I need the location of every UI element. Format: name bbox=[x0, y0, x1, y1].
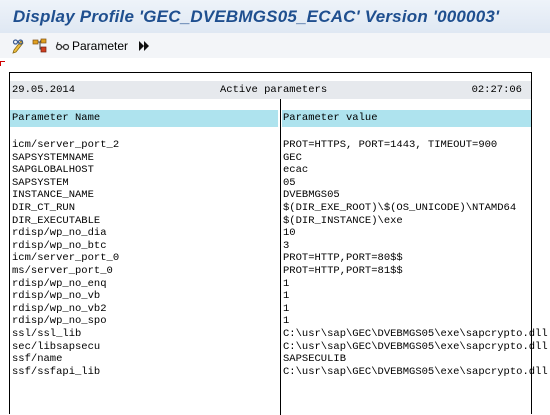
parameter-button-label: Parameter bbox=[72, 39, 129, 53]
cursor-marker bbox=[0, 61, 5, 66]
parameter-value[interactable]: $(DIR_EXE_ROOT)\$(OS_UNICODE)\NTAMD64 bbox=[283, 202, 516, 214]
table-row[interactable]: DIR_EXECUTABLE $(DIR_INSTANCE)\exe bbox=[10, 215, 531, 228]
parameter-value[interactable]: C:\usr\sap\GEC\DVEBMGS05\exe\sapcrypto.d… bbox=[283, 341, 548, 353]
hierarchy-icon bbox=[32, 38, 48, 54]
table-row[interactable]: SAPGLOBALHOST ecac bbox=[10, 164, 531, 177]
parameter-name[interactable]: sec/libsapsecu bbox=[12, 341, 100, 353]
report-list[interactable]: 29.05.2014 Active parameters 02:27:06 Pa… bbox=[9, 72, 548, 415]
parameter-name[interactable]: rdisp/wp_no_btc bbox=[12, 240, 107, 252]
report-header: 29.05.2014 Active parameters 02:27:06 bbox=[10, 81, 531, 99]
table-row[interactable]: DIR_CT_RUN $(DIR_EXE_ROOT)\$(OS_UNICODE)\… bbox=[10, 202, 531, 215]
table-row[interactable]: rdisp/wp_no_spo 1 bbox=[10, 315, 531, 328]
table-row[interactable]: ms/server_port_0 PROT=HTTP,PORT=81$$ bbox=[10, 265, 531, 278]
parameter-name[interactable]: DIR_CT_RUN bbox=[12, 202, 75, 214]
table-row[interactable]: ssl/ssl_lib C:\usr\sap\GEC\DVEBMGS05\exe\… bbox=[10, 328, 548, 341]
parameter-value[interactable]: C:\usr\sap\GEC\DVEBMGS05\exe\sapcrypto.d… bbox=[283, 366, 548, 378]
parameter-value[interactable]: 1 bbox=[283, 278, 289, 290]
display-change-button[interactable] bbox=[11, 37, 27, 55]
table-row[interactable]: rdisp/wp_no_vb 1 bbox=[10, 290, 531, 303]
parameter-name[interactable]: rdisp/wp_no_vb2 bbox=[12, 303, 107, 315]
report-heading: Active parameters bbox=[220, 84, 328, 96]
pencil-glasses-icon bbox=[11, 38, 27, 54]
parameter-value[interactable]: PROT=HTTP,PORT=81$$ bbox=[283, 265, 403, 277]
parameter-name[interactable]: icm/server_port_0 bbox=[12, 252, 119, 264]
glasses-icon bbox=[55, 38, 70, 54]
report-date: 29.05.2014 bbox=[12, 84, 76, 96]
parameter-value[interactable]: ecac bbox=[283, 164, 308, 176]
parameter-name[interactable]: SAPSYSTEM bbox=[12, 177, 69, 189]
parameter-value[interactable]: 1 bbox=[283, 315, 289, 327]
parameter-value[interactable]: DVEBMGS05 bbox=[283, 189, 340, 201]
table-row[interactable]: rdisp/wp_no_vb2 1 bbox=[10, 303, 531, 316]
parameter-value[interactable]: PROT=HTTPS, PORT=1443, TIMEOUT=900 bbox=[283, 139, 497, 151]
parameter-name[interactable]: rdisp/wp_no_dia bbox=[12, 227, 107, 239]
parameter-button[interactable]: Parameter bbox=[55, 37, 128, 55]
parameter-name[interactable]: ssl/ssl_lib bbox=[12, 328, 81, 340]
parameter-value[interactable]: 05 bbox=[283, 177, 296, 189]
parameter-name[interactable]: rdisp/wp_no_spo bbox=[12, 315, 107, 327]
parameter-rows: icm/server_port_2 PROT=HTTPS, PORT=1443, … bbox=[10, 139, 548, 379]
table-row[interactable]: ssf/name SAPSECULIB bbox=[10, 353, 531, 366]
parameter-name[interactable]: DIR_EXECUTABLE bbox=[12, 215, 100, 227]
parameter-value[interactable]: C:\usr\sap\GEC\DVEBMGS05\exe\sapcrypto.d… bbox=[283, 328, 548, 340]
table-row[interactable]: rdisp/wp_no_btc 3 bbox=[10, 240, 531, 253]
table-row[interactable]: icm/server_port_0 PROT=HTTP,PORT=80$$ bbox=[10, 252, 531, 265]
title-bar: Display Profile 'GEC_DVEBMGS05_ECAC' Ver… bbox=[0, 0, 550, 33]
window-title: Display Profile 'GEC_DVEBMGS05_ECAC' Ver… bbox=[13, 7, 500, 26]
parameter-value[interactable]: 1 bbox=[283, 290, 289, 302]
parameter-name[interactable]: ms/server_port_0 bbox=[12, 265, 113, 277]
parameter-value[interactable]: GEC bbox=[283, 152, 302, 164]
table-row[interactable]: icm/server_port_2 PROT=HTTPS, PORT=1443, … bbox=[10, 139, 531, 152]
table-row[interactable]: INSTANCE_NAME DVEBMGS05 bbox=[10, 189, 531, 202]
parameter-value[interactable]: 3 bbox=[283, 240, 289, 252]
parameter-value[interactable]: 10 bbox=[283, 227, 296, 239]
parameter-name[interactable]: rdisp/wp_no_vb bbox=[12, 290, 100, 302]
report-time: 02:27:06 bbox=[471, 84, 522, 96]
parameter-value[interactable]: $(DIR_INSTANCE)\exe bbox=[283, 215, 403, 227]
next-button[interactable] bbox=[137, 37, 151, 55]
parameter-name[interactable]: SAPGLOBALHOST bbox=[12, 164, 94, 176]
parameter-name[interactable]: INSTANCE_NAME bbox=[12, 189, 94, 201]
table-row[interactable]: SAPSYSTEM 05 bbox=[10, 177, 531, 190]
parameter-name[interactable]: SAPSYSTEMNAME bbox=[12, 152, 94, 164]
table-row[interactable]: rdisp/wp_no_enq 1 bbox=[10, 278, 531, 291]
column-header-name: Parameter Name bbox=[12, 112, 101, 124]
table-row[interactable]: sec/libsapsecu C:\usr\sap\GEC\DVEBMGS05\e… bbox=[10, 341, 548, 354]
table-row[interactable]: rdisp/wp_no_dia 10 bbox=[10, 227, 531, 240]
hierarchy-button[interactable] bbox=[32, 37, 48, 55]
parameter-value[interactable]: PROT=HTTP,PORT=80$$ bbox=[283, 252, 403, 264]
column-header-row: Parameter Name Parameter value bbox=[10, 110, 531, 127]
table-row[interactable]: SAPSYSTEMNAME GEC bbox=[10, 152, 531, 165]
parameter-name[interactable]: rdisp/wp_no_enq bbox=[12, 278, 107, 290]
parameter-value[interactable]: 1 bbox=[283, 303, 289, 315]
parameter-value[interactable]: SAPSECULIB bbox=[283, 353, 346, 365]
parameter-name[interactable]: ssf/name bbox=[12, 353, 62, 365]
parameter-name[interactable]: icm/server_port_2 bbox=[12, 139, 119, 151]
parameter-name[interactable]: ssf/ssfapi_lib bbox=[12, 366, 100, 378]
table-row[interactable]: ssf/ssfapi_lib C:\usr\sap\GEC\DVEBMGS05\e… bbox=[10, 366, 548, 379]
double-arrow-right-icon bbox=[137, 38, 151, 54]
column-header-value: Parameter value bbox=[283, 112, 378, 124]
